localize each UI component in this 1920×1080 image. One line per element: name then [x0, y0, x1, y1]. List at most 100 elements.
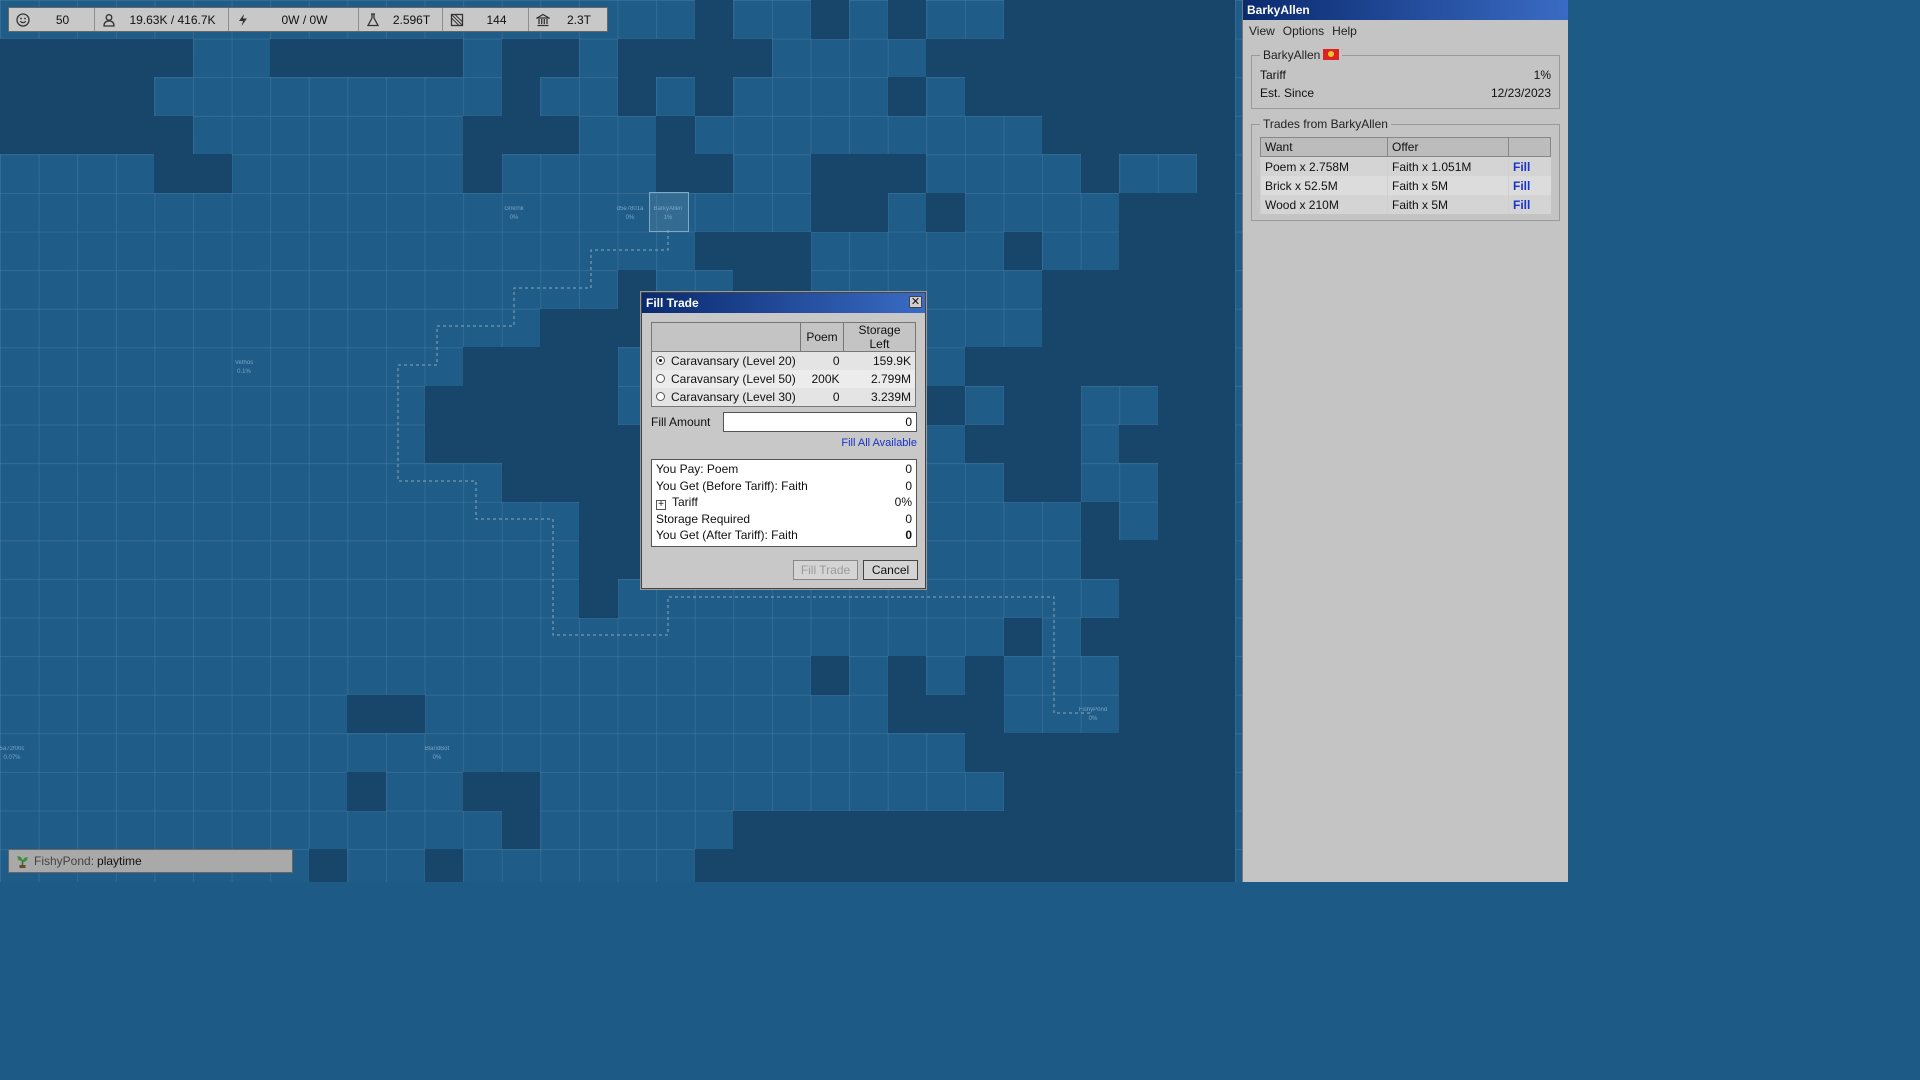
poem-cell: 0: [832, 354, 840, 368]
panel-menu-bar: View Options Help: [1243, 20, 1568, 42]
lightning-icon: [235, 12, 251, 28]
close-icon[interactable]: ✕: [909, 296, 922, 308]
trade-offer: Faith x 5M: [1387, 195, 1509, 214]
storage-left-cell: 2.799M: [843, 370, 916, 388]
trades-legend: Trades from BarkyAllen: [1263, 117, 1388, 131]
tariff-label: Tariff: [1260, 68, 1286, 82]
fill-link[interactable]: Fill: [1508, 176, 1551, 195]
building-name: Caravansary (Level 20): [671, 354, 796, 368]
table-row[interactable]: Poem x 2.758M Faith x 1.051M Fill: [1260, 156, 1551, 176]
city-label[interactable]: Vethos 0.1%: [235, 359, 253, 377]
radio-button[interactable]: [656, 374, 665, 383]
city-name: BlandBot: [424, 746, 450, 752]
table-row[interactable]: Brick x 52.5M Faith x 5M Fill: [1260, 176, 1551, 195]
population-value: 19.63K / 416.7K: [129, 12, 216, 27]
city-name: BarkyAllen: [1263, 48, 1321, 62]
treasury-value: 2.3T: [566, 12, 591, 27]
tariff-label-wrap: + Tariff: [656, 495, 698, 510]
trade-want: Poem x 2.758M: [1260, 156, 1388, 176]
trade-summary: You Pay: Poem 0 You Get (Before Tariff):…: [651, 459, 917, 547]
trade-route-path: [397, 230, 1090, 714]
poem-cell: 200K: [800, 370, 844, 388]
tariff-value: 1%: [1533, 68, 1551, 82]
expand-icon[interactable]: +: [656, 499, 666, 510]
storage-required-label: Storage Required: [656, 511, 751, 526]
chat-status-bar[interactable]: FishyPond: playtime: [8, 849, 293, 873]
power-stat[interactable]: 0W / 0W: [229, 8, 359, 31]
land-stat[interactable]: 144: [443, 8, 529, 31]
col-offer[interactable]: Offer: [1387, 137, 1509, 157]
smiley-icon: [15, 12, 31, 28]
city-info-group: BarkyAllen Tariff 1% Est. Since 12/23/20…: [1251, 48, 1560, 109]
world-map[interactable]: Gnkrnk 0% d5e7801a 0% BarkyAllen 1% Veth…: [0, 0, 1242, 882]
table-row[interactable]: Wood x 210M Faith x 5M Fill: [1260, 195, 1551, 214]
flask-icon: [365, 12, 381, 28]
happiness-stat[interactable]: 50: [9, 8, 95, 31]
city-name: 5a72f00c: [0, 746, 25, 752]
trade-want: Wood x 210M: [1260, 195, 1388, 214]
col-want[interactable]: Want: [1260, 137, 1388, 157]
building-cell: Caravansary (Level 20): [652, 352, 801, 371]
city-label[interactable]: Gnkrnk 0%: [504, 205, 523, 223]
city-tariff: 0%: [1088, 716, 1098, 722]
fill-link[interactable]: Fill: [1508, 156, 1551, 176]
col-poem[interactable]: Poem: [800, 322, 844, 352]
col-storage-left[interactable]: Storage Left: [843, 322, 916, 352]
population-stat[interactable]: 19.63K / 416.7K: [95, 8, 229, 31]
menu-help[interactable]: Help: [1332, 24, 1357, 38]
cancel-button[interactable]: Cancel: [863, 560, 918, 580]
radio-button[interactable]: [656, 356, 665, 365]
radio-button[interactable]: [656, 392, 665, 401]
flag-icon: [1323, 49, 1340, 60]
tariff-value: 0%: [894, 495, 912, 510]
you-get-before-value: 0: [905, 478, 912, 493]
col-building[interactable]: [651, 322, 801, 352]
happiness-value: 50: [55, 12, 70, 27]
est-since-value: 12/23/2023: [1490, 86, 1551, 100]
city-name: BarkyAllen: [653, 206, 683, 212]
person-icon: [101, 12, 117, 28]
city-label[interactable]: BarkyAllen 1%: [654, 205, 683, 223]
storage-row[interactable]: Caravansary (Level 30) 0 3.239M: [652, 388, 916, 407]
trades-table: Want Offer Poem x 2.758M Faith x 1.051M …: [1260, 137, 1551, 214]
dialog-title-bar[interactable]: Fill Trade ✕: [642, 293, 925, 313]
storage-left-cell: 3.239M: [870, 390, 911, 404]
storage-row[interactable]: Caravansary (Level 20) 0 159.9K: [652, 352, 916, 371]
you-get-after-row: You Get (After Tariff): Faith 0: [656, 527, 912, 544]
power-value: 0W / 0W: [281, 12, 328, 27]
building-name: Caravansary (Level 30): [671, 390, 796, 404]
menu-options[interactable]: Options: [1283, 24, 1324, 38]
fill-amount-label: Fill Amount: [651, 415, 711, 429]
fill-all-available-link[interactable]: Fill All Available: [841, 437, 917, 449]
city-label[interactable]: d5e7801a 0%: [617, 205, 644, 223]
city-tariff: 0.1%: [237, 369, 251, 375]
city-label[interactable]: BlandBot 0%: [425, 745, 449, 763]
you-get-after-label: You Get (After Tariff): Faith: [656, 528, 798, 543]
storage-row[interactable]: Caravansary (Level 50) 200K 2.799M: [651, 370, 916, 388]
fill-trade-button[interactable]: Fill Trade: [793, 560, 858, 580]
storage-left-cell: 159.9K: [872, 354, 911, 368]
menu-view[interactable]: View: [1249, 24, 1275, 38]
city-label[interactable]: 5a72f00c 0.07%: [0, 745, 24, 763]
storage-required-value: 0: [905, 511, 912, 526]
you-get-before-row: You Get (Before Tariff): Faith 0: [656, 478, 912, 495]
city-label[interactable]: FishyPond 0%: [1079, 706, 1107, 724]
city-name: Vethos: [234, 360, 254, 366]
tariff-row: Tariff 1%: [1260, 66, 1551, 84]
you-pay-label: You Pay: Poem: [656, 462, 739, 477]
city-name-legend: BarkyAllen: [1260, 48, 1342, 62]
dialog-title: Fill Trade: [646, 296, 699, 310]
building-name: Caravansary (Level 50): [671, 372, 796, 386]
player-name: FishyPond: [34, 854, 91, 868]
storage-table: Poem Storage Left Caravansary (Level 20)…: [651, 322, 916, 407]
building-cell: Caravansary (Level 50): [651, 370, 801, 388]
est-since-label: Est. Since: [1260, 86, 1315, 100]
research-stat[interactable]: 2.596T: [359, 8, 443, 31]
city-name: FishyPond: [1078, 707, 1108, 713]
trade-offer: Faith x 1.051M: [1387, 156, 1509, 176]
you-pay-value: 0: [905, 462, 912, 477]
you-get-before-label: You Get (Before Tariff): Faith: [656, 478, 808, 493]
fill-link[interactable]: Fill: [1508, 195, 1551, 214]
treasury-stat[interactable]: 2.3T: [529, 8, 607, 31]
fill-amount-input[interactable]: [723, 412, 917, 432]
